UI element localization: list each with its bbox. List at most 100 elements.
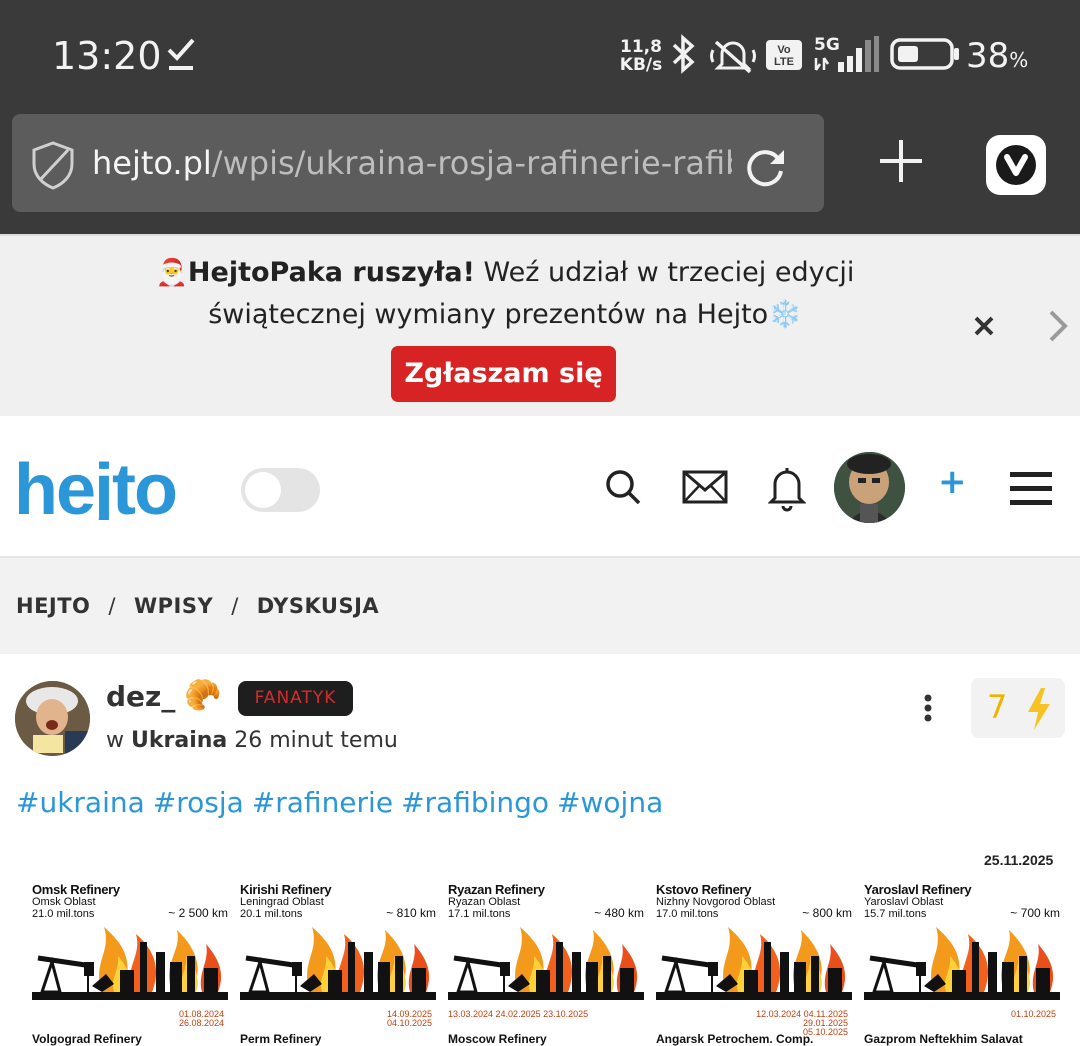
breadcrumb-row: HEJTO / WPISY / DYSKUSJA <box>16 594 379 618</box>
refinery-oblast: Leningrad Oblast <box>240 896 324 908</box>
volte-icon: Vo LTE <box>766 40 802 70</box>
tag-rosja[interactable]: #rosja <box>153 786 244 819</box>
refinery-distance: ~ 480 km <box>594 906 644 920</box>
next-refinery-name: Moscow Refinery <box>448 1032 547 1046</box>
battery-value: 38 <box>966 36 1010 76</box>
refinery-name: Kstovo Refinery <box>656 882 752 897</box>
next-refinery-name: Volgograd Refinery <box>32 1032 142 1046</box>
meta-prefix: w <box>106 728 124 753</box>
hejto-logo[interactable]: hejto <box>14 456 214 520</box>
tag-rafibingo[interactable]: #rafibingo <box>401 786 549 819</box>
breadcrumb-separator: / <box>231 594 239 618</box>
url-text[interactable]: hejto.pl/wpis/ukraina-rosja-rafinerie-ra… <box>92 144 732 182</box>
post-time: 26 minut temu <box>234 728 398 753</box>
network-speed-unit: KB/s <box>619 55 663 75</box>
refinery-distance: ~ 2 500 km <box>168 906 228 920</box>
refinery-capacity: 17.1 mil.tons <box>448 908 511 920</box>
user-avatar[interactable] <box>834 452 905 523</box>
attack-date: 04.10.2025 <box>386 1018 432 1028</box>
add-post-button[interactable]: + <box>938 462 967 502</box>
breadcrumb-item-wpisy[interactable]: WPISY <box>134 594 213 618</box>
vote-button[interactable]: 7 <box>971 678 1065 738</box>
status-bar: 13:20 11,8 KB/s Vo LTE 5G 38% <box>0 0 1080 108</box>
close-icon[interactable] <box>970 312 998 340</box>
refinery-dates: 13.03.2024 24.02.2025 23.10.2025 <box>448 1010 588 1019</box>
refinery-oblast: Ryazan Oblast <box>448 896 521 908</box>
infographic-date: 25.11.2025 <box>984 852 1054 868</box>
refinery-oblast: Nizhny Novgorod Oblast <box>656 896 776 908</box>
author-avatar[interactable] <box>15 681 90 756</box>
tag-rafinerie[interactable]: #rafinerie <box>252 786 393 819</box>
refinery-oblast: Omsk Oblast <box>32 896 96 908</box>
status-time: 13:20 <box>52 34 162 78</box>
refinery-oblast: Yaroslavl Oblast <box>864 896 944 908</box>
bell-icon[interactable] <box>768 464 806 512</box>
vivaldi-menu-button[interactable] <box>986 135 1046 195</box>
announcement-banner: 🎅HejtoPaka ruszyła! Weź udział w trzecie… <box>0 234 1080 416</box>
refinery-name: Yaroslavl Refinery <box>864 882 972 897</box>
croissant-icon: 🥐 <box>184 679 222 712</box>
theme-toggle[interactable] <box>241 468 320 512</box>
url-host: hejto.pl <box>92 144 212 182</box>
vivaldi-icon <box>996 145 1036 185</box>
refinery-fire-illustration <box>32 922 228 1008</box>
refinery-name: Omsk Refinery <box>32 882 120 897</box>
signal-icon: 5G <box>814 35 879 72</box>
network-speed-value: 11,8 <box>620 37 662 57</box>
address-bar[interactable]: hejto.pl/wpis/ukraina-rosja-rafinerie-ra… <box>12 114 824 212</box>
refinery-name: Ryazan Refinery <box>448 882 545 897</box>
battery-unit: % <box>1009 48 1029 72</box>
next-refinery-name: Perm Refinery <box>240 1032 322 1046</box>
tag-wojna[interactable]: #wojna <box>557 786 663 819</box>
mail-icon[interactable] <box>682 470 728 504</box>
tracker-shield-icon[interactable] <box>30 140 76 190</box>
refinery-dates: 01.08.2024 26.08.2024 <box>179 1010 224 1028</box>
snowflake-icon: ❄️ <box>768 299 802 330</box>
community-link[interactable]: Ukraina <box>131 728 227 753</box>
attack-date: 26.08.2024 <box>178 1018 224 1028</box>
toggle-knob <box>245 472 281 508</box>
hamburger-menu-icon[interactable] <box>1010 470 1052 508</box>
author-avatar-image <box>15 681 90 756</box>
refinery-capacity: 20.1 mil.tons <box>240 908 303 920</box>
banner-text: 🎅HejtoPaka ruszyła! Weź udział w trzecie… <box>80 252 930 335</box>
refinery-capacity: 21.0 mil.tons <box>32 908 95 920</box>
battery-icon <box>890 38 959 70</box>
more-options-icon[interactable] <box>920 694 936 722</box>
post-image[interactable]: 25.11.2025 Omsk Refinery Omsk Oblast 21.… <box>16 852 1064 1046</box>
post-meta: w Ukraina 26 minut temu <box>106 728 398 753</box>
refinery-dates: 01.10.2025 <box>1011 1010 1056 1019</box>
bluetooth-icon <box>672 34 695 74</box>
tag-ukraina[interactable]: #ukraina <box>16 786 145 819</box>
url-path: /wpis/ukraina-rosja-rafinerie-rafibingo <box>211 144 732 182</box>
refinery-dates: 14.09.2025 04.10.2025 <box>387 1010 432 1028</box>
refinery-capacity: 15.7 mil.tons <box>864 908 927 920</box>
post-author[interactable]: dez_ <box>106 680 175 713</box>
lightning-icon <box>1028 688 1050 730</box>
santa-icon: 🎅 <box>155 258 188 288</box>
logo-text: hejto <box>14 456 176 520</box>
next-refinery-name: Gazprom Neftekhim Salavat <box>864 1032 1023 1046</box>
refinery-fire-illustration <box>864 922 1060 1008</box>
refinery-card: Ryazan Refinery Ryazan Oblast 17.1 mil.t… <box>448 882 644 1046</box>
refinery-card: Kirishi Refinery Leningrad Oblast 20.1 m… <box>240 882 436 1046</box>
chevron-right-icon[interactable] <box>1046 308 1070 344</box>
network-speed: 11,8 KB/s <box>619 38 663 74</box>
breadcrumb: HEJTO / WPISY / DYSKUSJA <box>0 558 1080 654</box>
reload-icon[interactable] <box>742 144 788 190</box>
refinery-name: Kirishi Refinery <box>240 882 332 897</box>
attack-date: 13.03.2024 24.02.2025 23.10.2025 <box>448 1009 589 1019</box>
next-refinery-name: Angarsk Petrochem. Comp. <box>656 1032 814 1046</box>
post-card: dez_ 🥐 FANATYK w Ukraina 26 minut temu 7… <box>0 656 1080 1046</box>
refinery-distance: ~ 800 km <box>802 906 852 920</box>
refinery-card: Yaroslavl Refinery Yaroslavl Oblast 15.7… <box>864 882 1060 1046</box>
refinery-fire-illustration <box>448 922 644 1008</box>
avatar-image <box>834 452 905 523</box>
search-icon[interactable] <box>604 468 642 506</box>
browser-toolbar: hejto.pl/wpis/ukraina-rosja-rafinerie-ra… <box>0 108 1080 234</box>
breadcrumb-item-hejto[interactable]: HEJTO <box>16 594 90 618</box>
breadcrumb-separator: / <box>108 594 116 618</box>
new-tab-icon[interactable] <box>878 138 924 184</box>
volte-top: Vo <box>777 44 791 56</box>
signup-button[interactable]: Zgłaszam się <box>391 346 616 402</box>
